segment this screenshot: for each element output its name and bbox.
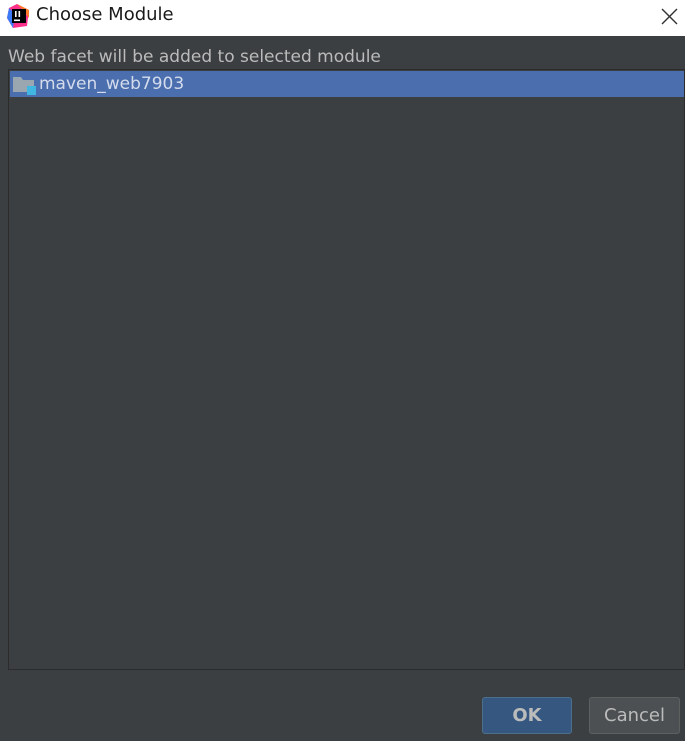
list-item-module[interactable]: maven_web7903 <box>10 71 684 97</box>
dialog-title: Choose Module <box>36 4 174 25</box>
module-folder-icon <box>13 77 36 95</box>
cancel-button[interactable]: Cancel <box>589 697 680 734</box>
ok-button[interactable]: OK <box>482 697 572 734</box>
close-icon[interactable] <box>653 2 683 32</box>
intellij-idea-icon <box>7 4 29 28</box>
dialog-description: Web facet will be added to selected modu… <box>8 47 381 67</box>
module-name: maven_web7903 <box>39 74 185 94</box>
title-bar: Choose Module <box>0 0 685 36</box>
module-list[interactable]: maven_web7903 <box>8 69 685 670</box>
